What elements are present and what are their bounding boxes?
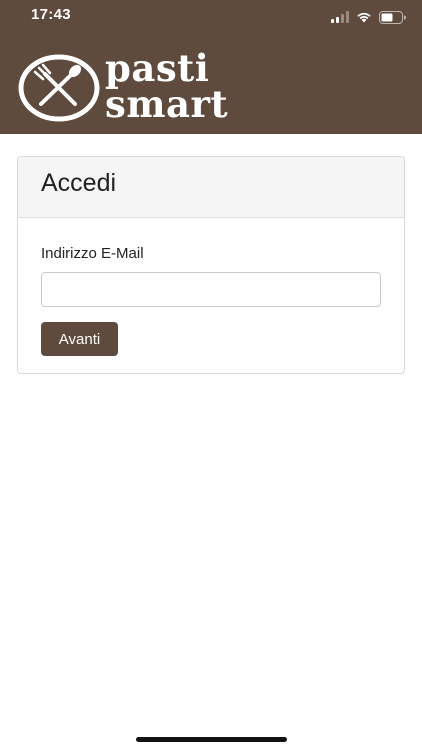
status-time: 17:43 (31, 6, 71, 23)
status-icons (331, 10, 406, 24)
status-bar: 17:43 (0, 0, 422, 30)
spoon-fork-icon (18, 54, 100, 122)
email-field[interactable] (41, 272, 381, 307)
app-header: 17:43 pasti smart (0, 0, 422, 134)
email-label: Indirizzo E-Mail (41, 245, 144, 262)
login-title: Accedi (41, 169, 117, 197)
battery-icon (379, 10, 406, 24)
wifi-icon (357, 12, 371, 23)
brand-logo: pasti smart (17, 48, 277, 126)
login-card-body: Indirizzo E-Mail Avanti (18, 218, 404, 356)
brand-line2: smart (105, 82, 229, 126)
signal-icon (331, 11, 349, 23)
login-card: Accedi Indirizzo E-Mail Avanti (17, 156, 405, 374)
home-indicator[interactable] (136, 737, 287, 742)
login-card-header: Accedi (18, 157, 404, 218)
next-button[interactable]: Avanti (41, 322, 118, 356)
